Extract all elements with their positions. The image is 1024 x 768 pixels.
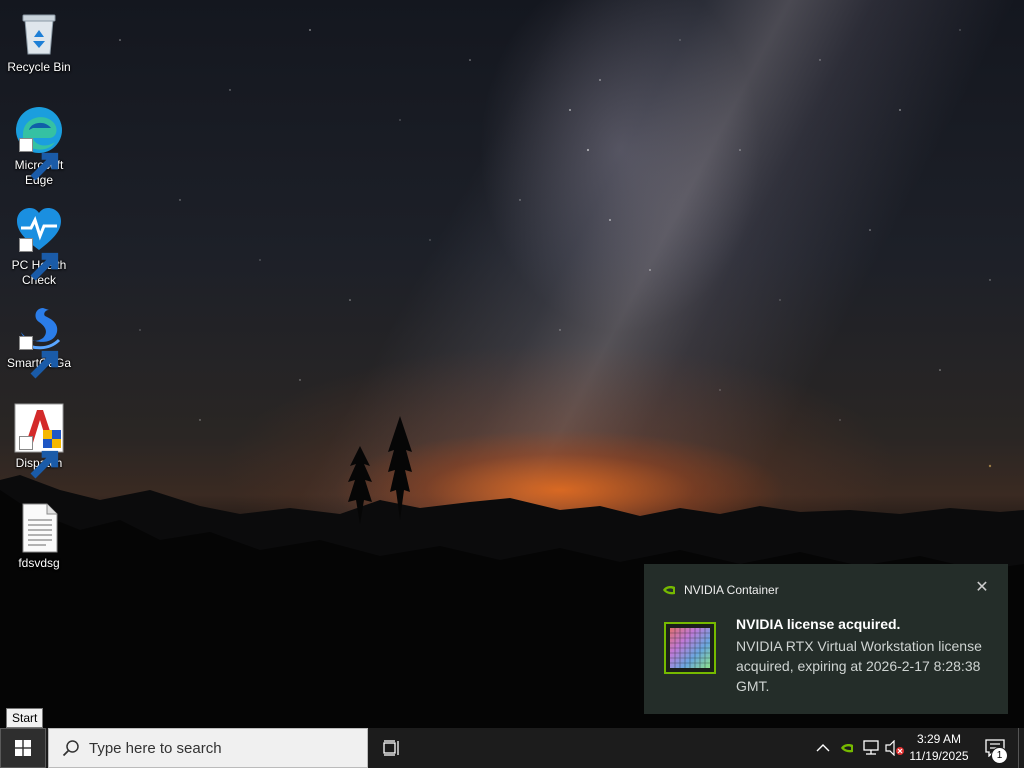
windows-logo-icon <box>15 740 31 756</box>
start-button[interactable] <box>0 728 46 768</box>
recycle-bin-icon <box>13 6 65 58</box>
notification-app-name: NVIDIA Container <box>684 583 779 597</box>
nvidia-gpu-icon <box>664 622 716 674</box>
edge-icon <box>13 104 65 181</box>
task-view-icon <box>383 740 399 756</box>
task-view-button[interactable] <box>376 728 408 768</box>
notification-body: NVIDIA RTX Virtual Workstation license a… <box>736 638 982 694</box>
pc-health-check-icon <box>13 204 65 281</box>
network-icon[interactable] <box>860 728 882 768</box>
notification-title: NVIDIA license acquired. <box>736 616 901 632</box>
shortcut-arrow-icon <box>19 336 59 379</box>
desktop-icon-pc-health-check[interactable]: PC Health Check <box>4 204 74 288</box>
desktop-icon-label: fdsvdsg <box>18 556 60 570</box>
start-tooltip: Start <box>6 708 44 728</box>
volume-muted-icon[interactable] <box>884 728 906 768</box>
smartgaga-icon <box>13 302 65 379</box>
chevron-up-icon[interactable] <box>812 728 834 768</box>
search-box[interactable]: Type here to search <box>48 728 368 768</box>
desktop-icon-label: Recycle Bin <box>7 60 71 74</box>
shortcut-arrow-icon <box>19 238 59 281</box>
close-icon[interactable]: ✕ <box>974 580 990 596</box>
shortcut-arrow-icon <box>19 138 59 181</box>
clock-date: 11/19/2025 <box>909 749 969 763</box>
desktop-icon-fdsvdsg[interactable]: fdsvdsg <box>4 502 74 571</box>
nvidia-icon[interactable] <box>836 728 858 768</box>
desktop-icon-recycle-bin[interactable]: Recycle Bin <box>4 6 74 75</box>
nvidia-icon <box>663 586 675 595</box>
search-placeholder: Type here to search <box>89 739 222 757</box>
clock-time: 3:29 AM <box>916 732 962 746</box>
notification-toast[interactable]: NVIDIA Container ✕ NVIDIA license acquir… <box>644 564 1008 714</box>
clock[interactable]: 3:29 AM 11/19/2025 <box>904 731 974 765</box>
taskbar: Type here to search 3:29 AM 11/19/2025 1 <box>0 728 1024 768</box>
desktop-icon-smartgaga[interactable]: SmartGaGa <box>4 302 74 379</box>
shortcut-arrow-icon <box>19 436 59 479</box>
notification-app-row: NVIDIA Container <box>662 582 779 598</box>
notification-count-badge: 1 <box>991 747 1008 764</box>
desktop-icon-microsoft-edge[interactable]: Microsoft Edge <box>4 104 74 188</box>
text-file-icon <box>13 502 65 554</box>
dispatch-icon <box>13 402 65 479</box>
desktop-icon-dispatch[interactable]: Dispatch <box>4 402 74 479</box>
search-icon <box>62 740 79 757</box>
show-desktop-button[interactable] <box>1018 728 1024 768</box>
